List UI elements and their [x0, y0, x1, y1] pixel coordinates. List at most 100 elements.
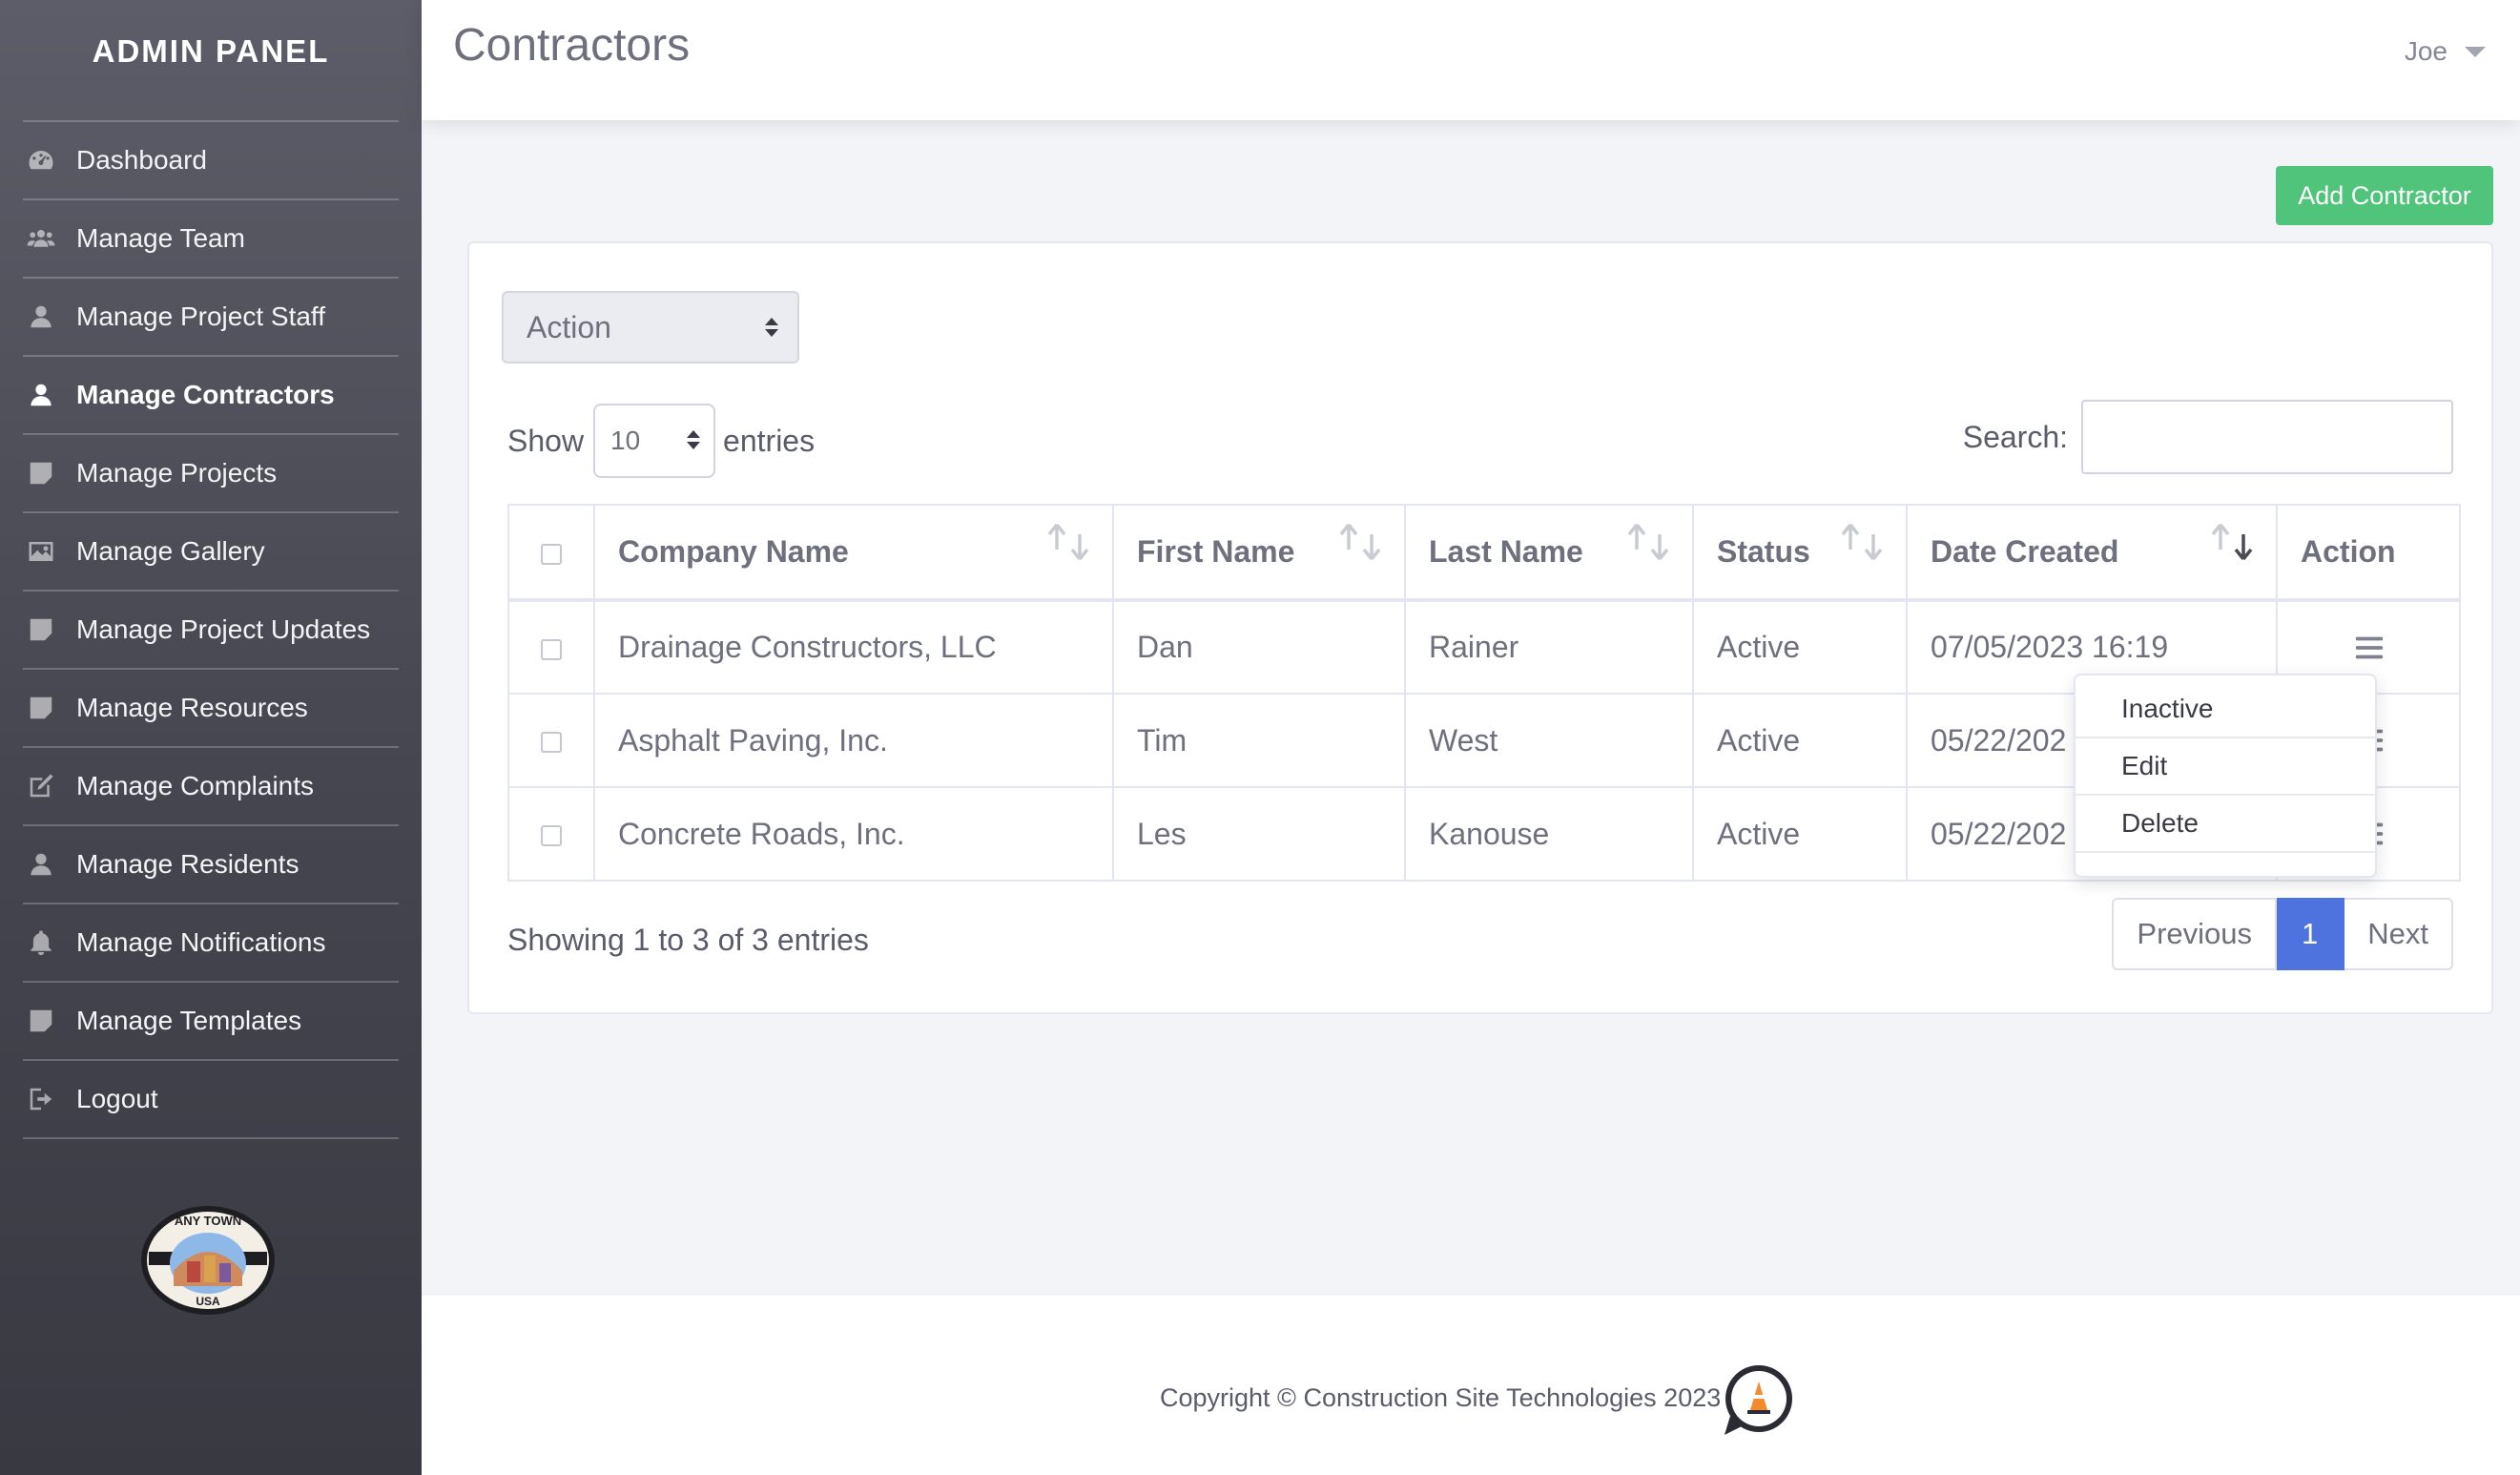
logo-text-top: ANY TOWN — [175, 1214, 241, 1228]
sidebar-item-label: Manage Notifications — [76, 927, 326, 957]
sort-icon — [1335, 521, 1385, 565]
user-icon — [25, 379, 57, 411]
cell-last-name: West — [1404, 693, 1694, 788]
menu-item-delete[interactable]: Delete — [2076, 796, 2375, 853]
note-icon — [25, 692, 57, 724]
note-icon — [25, 1005, 57, 1037]
row-checkbox[interactable] — [541, 825, 562, 847]
sidebar: ADMIN PANEL Dashboard Manage Team Manage… — [0, 0, 422, 1475]
sort-icon — [1837, 521, 1887, 565]
search-input[interactable] — [2081, 400, 2453, 474]
menu-item-edit[interactable]: Edit — [2076, 738, 2375, 796]
cell-last-name: Kanouse — [1404, 786, 1694, 882]
col-status[interactable]: Status — [1692, 504, 1908, 602]
cell-status: Active — [1692, 599, 1908, 695]
menu-item-inactive[interactable]: Inactive — [2076, 681, 2375, 738]
sidebar-item-manage-complaints[interactable]: Manage Complaints — [23, 748, 399, 826]
topbar: Contractors Joe — [422, 0, 2520, 120]
sidebar-item-logout[interactable]: Logout — [23, 1061, 399, 1139]
pagination: Previous 1 Next — [2112, 898, 2453, 970]
user-icon — [25, 848, 57, 881]
footer: Copyright © Construction Site Technologi… — [422, 1296, 2520, 1475]
select-all-checkbox[interactable] — [541, 543, 562, 565]
sidebar-item-label: Manage Gallery — [76, 536, 265, 566]
col-first-name[interactable]: First Name — [1112, 504, 1406, 602]
copyright-text: Copyright © Construction Site Technologi… — [1160, 1383, 1722, 1412]
col-company-name[interactable]: Company Name — [593, 504, 1114, 602]
sidebar-item-manage-projects[interactable]: Manage Projects — [23, 435, 399, 513]
logo-text-bottom: USA — [196, 1295, 220, 1308]
previous-page-button[interactable]: Previous — [2112, 898, 2277, 970]
row-checkbox[interactable] — [541, 732, 562, 754]
sort-desc-icon — [2207, 521, 2257, 565]
bell-icon — [25, 926, 57, 959]
row-select-cell — [507, 786, 595, 882]
user-name: Joe — [2404, 36, 2448, 66]
page-length-select[interactable]: 10 — [593, 404, 716, 478]
col-action: Action — [2276, 504, 2461, 602]
edit-icon — [25, 770, 57, 802]
sidebar-item-label: Dashboard — [76, 145, 207, 175]
page-title: Contractors — [453, 20, 691, 71]
col-label: Date Created — [1931, 534, 2119, 569]
sidebar-item-manage-resources[interactable]: Manage Resources — [23, 670, 399, 748]
col-label: Last Name — [1429, 534, 1583, 569]
cell-status: Active — [1692, 693, 1908, 788]
construction-site-technologies-logo — [1721, 1362, 1795, 1439]
page-1-button[interactable]: 1 — [2277, 898, 2345, 970]
users-icon — [25, 222, 57, 255]
select-arrows-icon — [765, 318, 778, 337]
next-page-button[interactable]: Next — [2344, 898, 2453, 970]
row-action-dropdown: Inactive Edit Delete — [2074, 674, 2377, 878]
cell-company-name: Asphalt Paving, Inc. — [593, 693, 1114, 788]
sidebar-item-manage-team[interactable]: Manage Team — [23, 200, 399, 279]
col-last-name[interactable]: Last Name — [1404, 504, 1694, 602]
sidebar-item-manage-residents[interactable]: Manage Residents — [23, 826, 399, 904]
bulk-action-value: Action — [527, 309, 611, 344]
sidebar-item-label: Manage Resources — [76, 693, 308, 722]
brand-title: ADMIN PANEL — [92, 33, 330, 69]
caret-down-icon — [2465, 46, 2486, 57]
sidebar-item-manage-templates[interactable]: Manage Templates — [23, 983, 399, 1061]
row-select-cell — [507, 599, 595, 695]
sidebar-item-manage-contractors[interactable]: Manage Contractors — [23, 357, 399, 435]
page-length-value: 10 — [610, 426, 641, 455]
sidebar-item-manage-notifications[interactable]: Manage Notifications — [23, 904, 399, 983]
sidebar-item-label: Manage Project Updates — [76, 614, 371, 644]
row-checkbox[interactable] — [541, 638, 562, 660]
col-date-created[interactable]: Date Created — [1906, 504, 2278, 602]
sidebar-item-label: Manage Templates — [76, 1006, 302, 1035]
sort-icon — [1043, 521, 1093, 565]
add-contractor-button[interactable]: Add Contractor — [2276, 166, 2493, 225]
sidebar-item-manage-gallery[interactable]: Manage Gallery — [23, 513, 399, 592]
sidebar-item-label: Manage Complaints — [76, 771, 315, 800]
contractors-card: Action Show 10 entries Search: Company N… — [467, 241, 2493, 1014]
dashboard-gauge-icon — [25, 144, 57, 177]
cell-company-name: Concrete Roads, Inc. — [593, 786, 1114, 882]
user-menu[interactable]: Joe — [2405, 36, 2486, 67]
row-menu-bars-icon[interactable] — [2301, 632, 2459, 664]
image-icon — [25, 535, 57, 568]
search-control: Search: — [1963, 400, 2453, 474]
show-label: Show — [507, 423, 585, 458]
col-label: First Name — [1137, 534, 1295, 569]
row-select-cell — [507, 693, 595, 788]
entries-label: entries — [723, 423, 816, 458]
sidebar-item-manage-project-updates[interactable]: Manage Project Updates — [23, 592, 399, 670]
sidebar-item-manage-project-staff[interactable]: Manage Project Staff — [23, 279, 399, 357]
sidebar-item-label: Manage Residents — [76, 849, 300, 879]
col-label: Company Name — [618, 534, 849, 569]
select-arrows-icon — [687, 430, 701, 449]
bulk-action-select[interactable]: Action — [502, 291, 799, 364]
cell-first-name: Tim — [1112, 693, 1406, 788]
sidebar-item-label: Logout — [76, 1084, 158, 1113]
sidebar-item-label: Manage Team — [76, 223, 245, 253]
sidebar-item-label: Manage Contractors — [76, 380, 335, 409]
any-town-usa-logo: ANY TOWN USA — [139, 1204, 277, 1317]
sign-out-icon — [25, 1083, 57, 1115]
sort-icon — [1623, 521, 1673, 565]
sidebar-item-dashboard[interactable]: Dashboard — [23, 122, 399, 200]
sidebar-item-label: Manage Project Staff — [76, 301, 325, 331]
select-all-cell — [507, 504, 595, 602]
col-label: Action — [2301, 534, 2396, 569]
